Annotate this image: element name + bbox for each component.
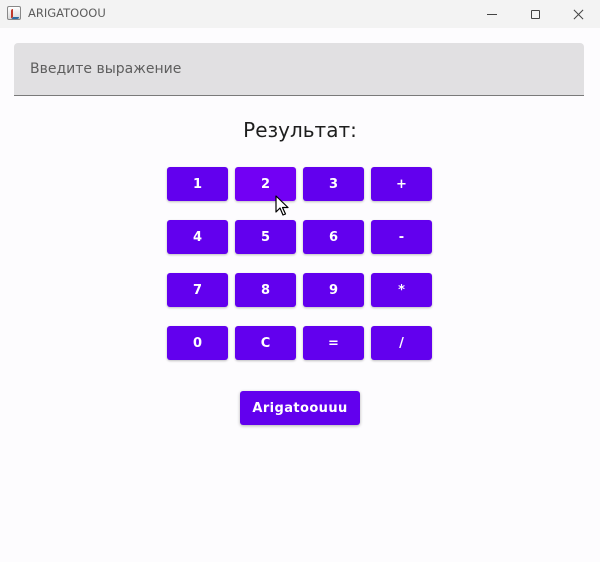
- key-0[interactable]: 0: [167, 326, 228, 360]
- key-minus[interactable]: -: [371, 220, 432, 254]
- key-4[interactable]: 4: [167, 220, 228, 254]
- key-3[interactable]: 3: [303, 167, 364, 201]
- key-clear[interactable]: C: [235, 326, 296, 360]
- result-label: Результат:: [243, 118, 357, 142]
- key-equals[interactable]: =: [303, 326, 364, 360]
- key-divide[interactable]: /: [371, 326, 432, 360]
- window-title: ARIGATOOOU: [28, 6, 106, 20]
- expression-input[interactable]: [14, 43, 584, 96]
- keypad: 1 2 3 + 4 5 6 - 7 8 9 * 0 C = /: [167, 167, 432, 360]
- key-1[interactable]: 1: [167, 167, 228, 201]
- java-app-icon: [7, 6, 21, 20]
- maximize-button[interactable]: [513, 0, 557, 28]
- key-8[interactable]: 8: [235, 273, 296, 307]
- key-5[interactable]: 5: [235, 220, 296, 254]
- close-button[interactable]: [556, 0, 600, 28]
- key-2[interactable]: 2: [235, 167, 296, 201]
- key-6[interactable]: 6: [303, 220, 364, 254]
- key-9[interactable]: 9: [303, 273, 364, 307]
- maximize-icon: [530, 9, 540, 19]
- title-bar: ARIGATOOOU: [0, 0, 600, 28]
- minimize-button[interactable]: [470, 0, 514, 28]
- minimize-icon: [487, 13, 497, 15]
- close-icon: [573, 9, 584, 20]
- key-multiply[interactable]: *: [371, 273, 432, 307]
- key-plus[interactable]: +: [371, 167, 432, 201]
- key-7[interactable]: 7: [167, 273, 228, 307]
- arigatou-button[interactable]: Arigatoouuu: [240, 391, 360, 425]
